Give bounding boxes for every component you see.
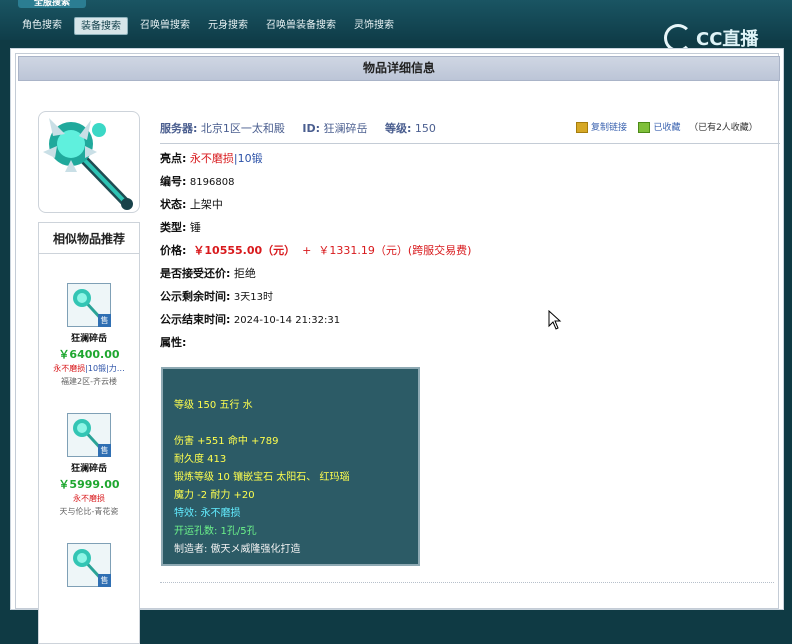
rec-item-name[interactable]: 狂澜碎岳: [39, 331, 139, 344]
nav-role-search[interactable]: 角色搜索: [16, 17, 68, 35]
rec-item-price: ￥6400.00: [58, 348, 120, 361]
rec-item-name[interactable]: 狂澜碎岳: [39, 461, 139, 474]
rec-thumb[interactable]: 售: [67, 543, 111, 587]
mouse-cursor-icon: [548, 310, 562, 330]
type-row: 类型: 锤: [160, 219, 201, 235]
detail-panel: 物品详细信息 相似物品推荐 售 狂澜碎岳 ￥6400.00 永不磨损|10锻|力…: [10, 48, 784, 644]
counter-offer-row: 是否接受还价: 拒绝: [160, 265, 256, 281]
attributes-label: 属性:: [160, 336, 187, 349]
copy-link-icon: [576, 122, 588, 133]
top-bar: 全服搜索 角色搜索 装备搜索 召唤兽搜索 元身搜索 召唤兽装备搜索 灵饰搜索 C…: [0, 0, 792, 52]
price-row: 价格: ￥10555.00（元） + ￥1331.19（元）(跨服交易费): [160, 242, 471, 258]
sell-badge: 售: [98, 444, 111, 457]
rec-tag: 力…: [108, 364, 125, 373]
panel-title: 物品详细信息: [18, 56, 780, 81]
rec-thumb[interactable]: 售: [67, 283, 111, 327]
cross-server-fee: ￥1331.19（元）(跨服交易费): [318, 244, 472, 257]
rec-item-tags: 永不磨损|10锻|力…: [53, 364, 125, 373]
nav-equipment-search[interactable]: 装备搜索: [74, 17, 128, 35]
attributes-row: 属性:: [160, 334, 186, 350]
rec-tag: 永不磨损: [53, 364, 86, 373]
favorite-icon: [638, 122, 651, 133]
serial-row: 编号: 8196808: [160, 173, 234, 189]
serial-label: 编号:: [160, 175, 187, 188]
rec-item[interactable]: 售 狂澜碎岳 ￥6400.00 永不磨损|10锻|力… 福建2区-齐云楼: [39, 283, 139, 387]
nav-pet-search[interactable]: 召唤兽搜索: [134, 17, 196, 35]
all-server-search-tab[interactable]: 全服搜索: [18, 0, 86, 8]
rec-item-server: 福建2区-齐云楼: [61, 377, 117, 386]
copy-link-button[interactable]: 复制链接: [591, 123, 627, 133]
type-label: 类型:: [160, 221, 187, 234]
remaining-time-value: 3天13时: [233, 292, 273, 303]
similar-items-panel: 相似物品推荐 售 狂澜碎岳 ￥6400.00 永不磨损|10锻|力… 福建2区-…: [38, 222, 140, 644]
level-label: 等级:: [385, 122, 412, 135]
attr-level: 等级 150 五行 水: [174, 400, 253, 411]
divider: [160, 582, 774, 583]
end-time-label: 公示结束时间:: [160, 313, 231, 326]
type-value: 锤: [189, 221, 201, 234]
highlight-row: 亮点: 永不磨损|10锻: [160, 150, 263, 166]
rec-item[interactable]: 售: [39, 543, 139, 587]
rec-thumb[interactable]: 售: [67, 413, 111, 457]
attr-effect: 特效: 永不磨损: [174, 508, 241, 519]
price-plus: +: [302, 244, 312, 257]
remaining-time-label: 公示剩余时间:: [160, 290, 231, 303]
nav-accessory-search[interactable]: 灵饰搜索: [348, 17, 400, 35]
rec-item-server: 天与伦比-青花瓷: [59, 507, 119, 516]
status-value: 上架中: [189, 198, 223, 211]
status-label: 状态:: [160, 198, 187, 211]
attr-damage: 伤害 +551 命中 +789: [174, 436, 279, 447]
watermark-text: CC直播: [696, 29, 759, 50]
favorite-count: （已有2人收藏）: [689, 123, 758, 133]
level-value: 150: [414, 122, 436, 135]
panel-inner: 物品详细信息 相似物品推荐 售 狂澜碎岳 ￥6400.00 永不磨损|10锻|力…: [15, 53, 780, 644]
rec-item-price: ￥5999.00: [58, 478, 120, 491]
remaining-time-row: 公示剩余时间: 3天13时: [160, 288, 273, 304]
counter-offer-label: 是否接受还价:: [160, 267, 231, 280]
price-label: 价格:: [160, 244, 187, 257]
attr-forge: 锻炼等级 10 镶嵌宝石 太阳石、 红玛瑙: [174, 472, 350, 483]
search-nav: 角色搜索 装备搜索 召唤兽搜索 元身搜索 召唤兽装备搜索 灵饰搜索: [16, 17, 400, 35]
attributes-box: 等级 150 五行 水 伤害 +551 命中 +789 耐久度 413 锻炼等级…: [161, 367, 420, 566]
attr-slots: 开运孔数: 1孔/5孔: [174, 526, 257, 537]
id-label: ID:: [302, 122, 321, 135]
sell-badge: 售: [98, 574, 111, 587]
rec-tag: 10锻: [87, 364, 107, 373]
divider: [160, 143, 780, 144]
similar-items-title: 相似物品推荐: [39, 223, 139, 254]
item-image: [38, 111, 140, 213]
end-time-value: 2024-10-14 21:32:31: [233, 315, 341, 326]
nav-avatar-search[interactable]: 元身搜索: [202, 17, 254, 35]
server-label: 服务器:: [160, 122, 198, 135]
item-actions: 复制链接 已收藏 （已有2人收藏）: [576, 120, 758, 133]
highlight-label: 亮点:: [160, 152, 187, 165]
end-time-row: 公示结束时间: 2024-10-14 21:32:31: [160, 311, 340, 327]
highlight-value: 永不磨损: [189, 152, 234, 165]
highlight-value: 10锻: [237, 152, 263, 165]
attr-magic: 魔力 -2 耐力 +20: [174, 490, 255, 501]
server-value: 北京1区一太和殿: [200, 122, 285, 135]
sell-badge: 售: [98, 314, 111, 327]
rec-item[interactable]: 售 狂澜碎岳 ￥5999.00 永不磨损 天与伦比-青花瓷: [39, 413, 139, 517]
id-value: 狂澜碎岳: [323, 122, 368, 135]
favorited-button[interactable]: 已收藏: [653, 123, 680, 133]
counter-offer-value: 拒绝: [233, 267, 256, 280]
serial-value: 8196808: [189, 177, 235, 188]
attr-maker: 制造者: 傲天メ威隆强化打造: [174, 544, 301, 555]
nav-pet-equipment-search[interactable]: 召唤兽装备搜索: [260, 17, 342, 35]
status-row: 状态: 上架中: [160, 196, 223, 212]
price-value: ￥10555.00（元）: [193, 244, 296, 257]
mace-icon: [43, 118, 133, 210]
rec-item-tags: 永不磨损: [73, 494, 105, 503]
attr-durability: 耐久度 413: [174, 454, 227, 465]
